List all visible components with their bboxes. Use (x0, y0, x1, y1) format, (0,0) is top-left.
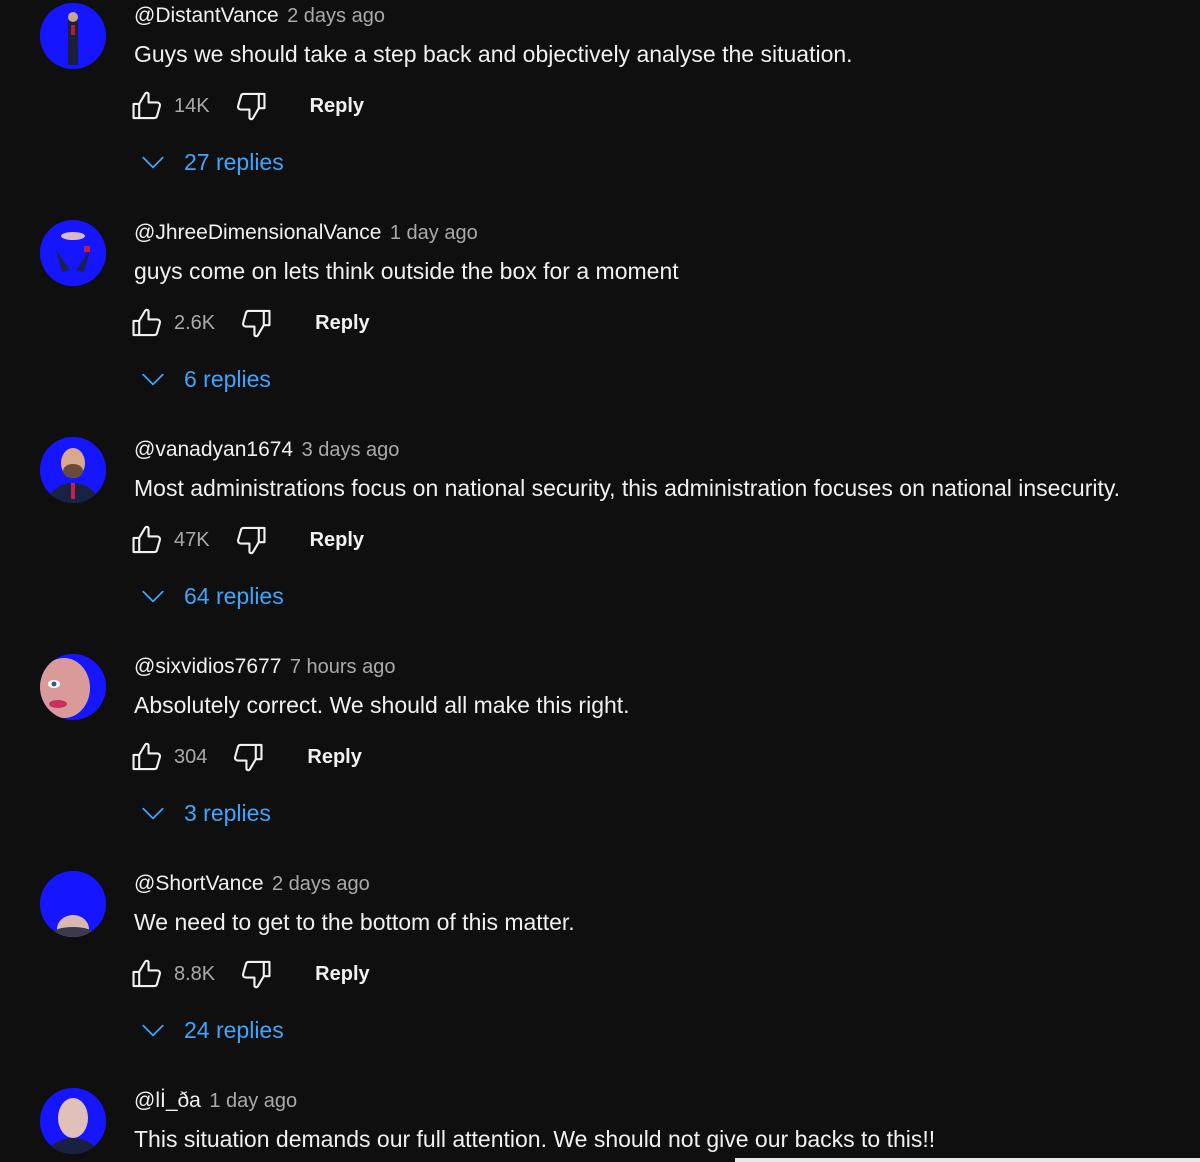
comment-actions: 14K Reply (130, 86, 364, 126)
thumbs-down-icon[interactable] (239, 956, 273, 992)
reply-button[interactable]: Reply (307, 746, 361, 769)
thumbs-down-icon[interactable] (234, 522, 268, 558)
view-replies-button[interactable]: 3 replies (140, 793, 271, 833)
replies-count[interactable]: 24 replies (184, 1017, 284, 1044)
comment: @vanadyan1674 3 days ago Most administra… (0, 434, 1200, 651)
thumbs-down-icon[interactable] (231, 739, 265, 775)
comment-text: We need to get to the bottom of this mat… (134, 909, 575, 935)
replies-count[interactable]: 3 replies (184, 800, 271, 827)
comments-section: @DistantVance 2 days ago Guys we should … (0, 0, 1200, 1162)
chevron-down-icon (142, 807, 164, 820)
comment-header: @vanadyan1674 3 days ago (134, 434, 399, 466)
view-replies-button[interactable]: 24 replies (140, 1010, 284, 1050)
comment-actions: 304 Reply (130, 737, 362, 777)
chevron-down-icon (142, 1024, 164, 1037)
comment-header: @DistantVance 2 days ago (134, 0, 385, 32)
reply-button[interactable]: Reply (315, 963, 369, 986)
comment-time[interactable]: 3 days ago (302, 439, 400, 461)
comment-header: @lİ_ða 1 day ago (134, 1085, 297, 1117)
avatar[interactable] (40, 220, 106, 286)
avatar[interactable] (40, 654, 106, 720)
comment-author[interactable]: @vanadyan1674 (134, 438, 293, 461)
comment-time[interactable]: 2 days ago (272, 873, 370, 895)
chevron-down-icon (142, 590, 164, 603)
comment: @ShortVance 2 days ago We need to get to… (0, 868, 1200, 1085)
reply-button[interactable]: Reply (315, 312, 369, 335)
comment-text: Guys we should take a step back and obje… (134, 41, 853, 67)
like-count: 14K (174, 94, 210, 117)
avatar[interactable] (40, 1088, 106, 1154)
avatar[interactable] (40, 871, 106, 937)
comment-author[interactable]: @lİ_ða (134, 1089, 201, 1112)
reply-button[interactable]: Reply (310, 529, 364, 552)
comment-time[interactable]: 1 day ago (209, 1090, 297, 1112)
comment-actions: 8.8K Reply (130, 954, 370, 994)
comment: @DistantVance 2 days ago Guys we should … (0, 0, 1200, 217)
replies-count[interactable]: 6 replies (184, 366, 271, 393)
comment-time[interactable]: 7 hours ago (290, 656, 396, 678)
like-count: 304 (174, 745, 208, 768)
thumbs-up-icon[interactable] (130, 739, 164, 775)
thumbs-up-icon[interactable] (130, 956, 164, 992)
thumbs-down-icon[interactable] (234, 88, 268, 124)
like-count: 47K (174, 528, 210, 551)
avatar[interactable] (40, 3, 106, 69)
chevron-down-icon (142, 156, 164, 169)
thumbs-up-icon[interactable] (130, 522, 164, 558)
comment-actions: 47K Reply (130, 520, 364, 560)
comment-actions: 2.6K Reply (130, 303, 370, 343)
scrollbar[interactable] (735, 1158, 1200, 1162)
comment-header: @JhreeDimensionalVance 1 day ago (134, 217, 478, 249)
view-replies-button[interactable]: 64 replies (140, 576, 284, 616)
comment-header: @sixvidios7677 7 hours ago (134, 651, 395, 683)
like-count: 8.8K (174, 962, 216, 985)
comment-time[interactable]: 1 day ago (390, 222, 478, 244)
comment: @lİ_ða 1 day ago This situation demands … (0, 1085, 1200, 1162)
replies-count[interactable]: 64 replies (184, 583, 284, 610)
comment: @JhreeDimensionalVance 1 day ago guys co… (0, 217, 1200, 434)
view-replies-button[interactable]: 27 replies (140, 142, 284, 182)
view-replies-button[interactable]: 6 replies (140, 359, 271, 399)
comment-text: Absolutely correct. We should all make t… (134, 692, 630, 718)
comment: @sixvidios7677 7 hours ago Absolutely co… (0, 651, 1200, 868)
thumbs-up-icon[interactable] (130, 305, 164, 341)
comment-author[interactable]: @DistantVance (134, 4, 279, 27)
comment-author[interactable]: @JhreeDimensionalVance (134, 221, 381, 244)
comment-text: guys come on lets think outside the box … (134, 258, 679, 284)
thumbs-down-icon[interactable] (239, 305, 273, 341)
comment-author[interactable]: @sixvidios7677 (134, 655, 281, 678)
comment-header: @ShortVance 2 days ago (134, 868, 370, 900)
avatar[interactable] (40, 437, 106, 503)
comment-time[interactable]: 2 days ago (287, 5, 385, 27)
replies-count[interactable]: 27 replies (184, 149, 284, 176)
reply-button[interactable]: Reply (310, 95, 364, 118)
like-count: 2.6K (174, 311, 216, 334)
chevron-down-icon (142, 373, 164, 386)
comment-text: Most administrations focus on national s… (134, 475, 1121, 501)
thumbs-up-icon[interactable] (130, 88, 164, 124)
comment-author[interactable]: @ShortVance (134, 872, 264, 895)
comment-text: This situation demands our full attentio… (134, 1126, 936, 1152)
